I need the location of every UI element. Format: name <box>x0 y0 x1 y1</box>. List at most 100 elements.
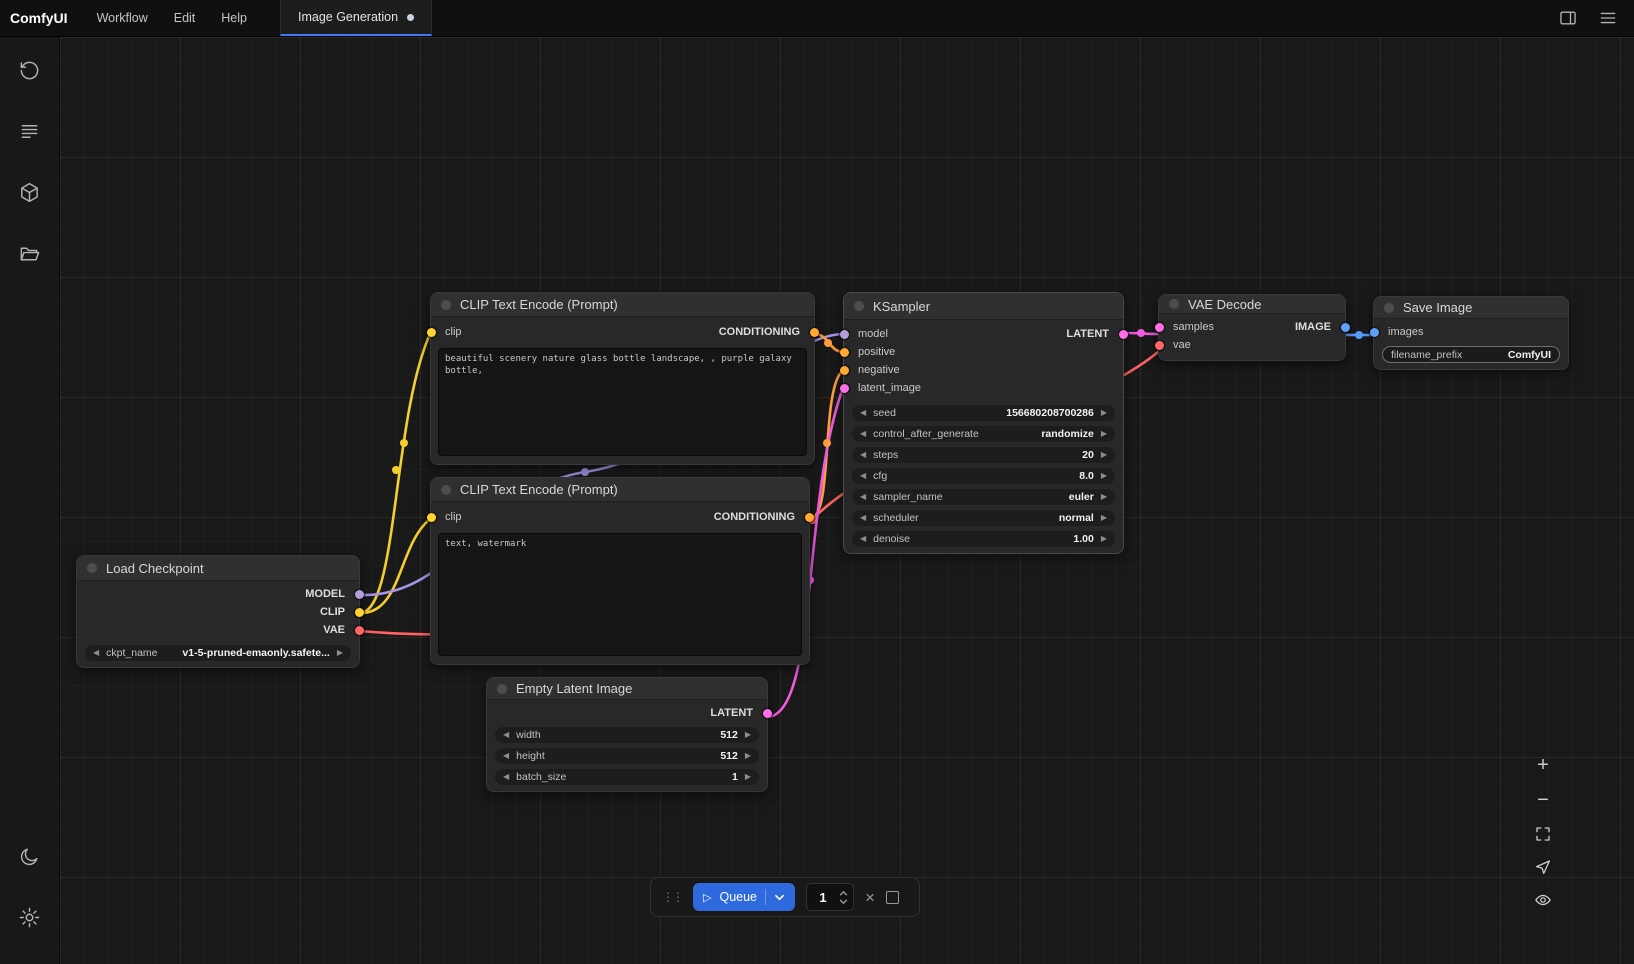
zoom-in-icon[interactable]: + <box>1537 755 1549 775</box>
vae-output-port[interactable] <box>355 626 364 635</box>
node-empty-latent-image[interactable]: Empty Latent Image LATENT ◀ width 512 ▶ … <box>486 677 768 792</box>
width-widget[interactable]: ◀ width 512 ▶ <box>495 727 759 743</box>
node-header[interactable]: Empty Latent Image <box>487 678 767 700</box>
clear-queue-icon[interactable]: × <box>865 889 875 906</box>
batch-count-input[interactable]: 1 <box>806 883 854 911</box>
zoom-out-icon[interactable]: − <box>1537 790 1549 810</box>
decrement-icon[interactable]: ◀ <box>860 451 866 459</box>
node-load-checkpoint[interactable]: Load Checkpoint MODEL CLIP VAE ◀ ckpt_na… <box>76 555 360 668</box>
node-header[interactable]: Save Image <box>1374 297 1568 319</box>
conditioning-output-port[interactable] <box>805 513 814 522</box>
increment-icon[interactable]: ▶ <box>1101 409 1107 417</box>
control-after-generate-widget[interactable]: ◀ control_after_generate randomize ▶ <box>852 426 1115 442</box>
decrement-icon[interactable]: ◀ <box>860 472 866 480</box>
collapse-dot-icon[interactable] <box>87 563 97 573</box>
count-decrement-icon[interactable] <box>839 899 848 905</box>
play-icon: ▷ <box>703 891 711 904</box>
increment-icon[interactable]: ▶ <box>1101 472 1107 480</box>
node-ksampler[interactable]: KSampler model LATENT positive negative … <box>843 292 1124 554</box>
menu-help[interactable]: Help <box>208 0 260 36</box>
toggle-panel-icon[interactable] <box>1558 8 1578 28</box>
increment-icon[interactable]: ▶ <box>1101 514 1107 522</box>
collapse-dot-icon[interactable] <box>854 301 864 311</box>
model-input-port[interactable] <box>840 330 849 339</box>
decrement-icon[interactable]: ◀ <box>860 514 866 522</box>
node-save-image[interactable]: Save Image images filename_prefix ComfyU… <box>1373 296 1569 370</box>
increment-icon[interactable]: ▶ <box>337 649 343 657</box>
node-header[interactable]: VAE Decode <box>1159 295 1345 314</box>
denoise-widget[interactable]: ◀ denoise 1.00 ▶ <box>852 531 1115 547</box>
menu-workflow[interactable]: Workflow <box>84 0 161 36</box>
increment-icon[interactable]: ▶ <box>745 773 751 781</box>
steps-widget[interactable]: ◀ steps 20 ▶ <box>852 447 1115 463</box>
scheduler-widget[interactable]: ◀ scheduler normal ▶ <box>852 510 1115 526</box>
node-vae-decode[interactable]: VAE Decode samples IMAGE vae <box>1158 294 1346 361</box>
negative-input-port[interactable] <box>840 366 849 375</box>
pointer-mode-icon[interactable] <box>1534 858 1552 876</box>
clip-output-port[interactable] <box>355 608 364 617</box>
increment-icon[interactable]: ▶ <box>1101 493 1107 501</box>
model-output-port[interactable] <box>355 590 364 599</box>
increment-icon[interactable]: ▶ <box>745 752 751 760</box>
conditioning-output-port[interactable] <box>810 328 819 337</box>
height-widget[interactable]: ◀ height 512 ▶ <box>495 748 759 764</box>
increment-icon[interactable]: ▶ <box>1101 430 1107 438</box>
filename-prefix-widget[interactable]: filename_prefix ComfyUI <box>1382 346 1560 363</box>
image-output-port[interactable] <box>1341 323 1350 332</box>
hamburger-menu-icon[interactable] <box>1598 8 1618 28</box>
latent-output-port[interactable] <box>1119 330 1128 339</box>
latent-image-input-port[interactable] <box>840 384 849 393</box>
collapse-dot-icon[interactable] <box>441 485 451 495</box>
decrement-icon[interactable]: ◀ <box>503 773 509 781</box>
sampler-name-widget[interactable]: ◀ sampler_name euler ▶ <box>852 489 1115 505</box>
ckpt-name-widget[interactable]: ◀ ckpt_name v1-5-pruned-emaonly.safete..… <box>85 645 351 661</box>
batch-size-widget[interactable]: ◀ batch_size 1 ▶ <box>495 769 759 785</box>
prompt-text-field[interactable]: beautiful scenery nature glass bottle la… <box>438 348 807 456</box>
queue-button[interactable]: ▷ Queue <box>693 883 795 911</box>
node-clip-text-encode-positive[interactable]: CLIP Text Encode (Prompt) clip CONDITION… <box>430 292 815 465</box>
sidebar-queue-history-button[interactable] <box>11 51 49 89</box>
samples-input-port[interactable] <box>1155 323 1164 332</box>
chevron-down-icon[interactable] <box>774 893 785 902</box>
images-input-port[interactable] <box>1370 328 1379 337</box>
node-header[interactable]: CLIP Text Encode (Prompt) <box>431 478 809 502</box>
node-header[interactable]: Load Checkpoint <box>77 556 359 581</box>
sidebar-model-library-button[interactable] <box>11 173 49 211</box>
vae-input-port[interactable] <box>1155 341 1164 350</box>
increment-icon[interactable]: ▶ <box>745 731 751 739</box>
settings-button[interactable] <box>11 898 49 936</box>
clip-input-port[interactable] <box>427 328 436 337</box>
stop-icon[interactable] <box>886 891 899 904</box>
prompt-text-field[interactable]: text, watermark <box>438 533 802 656</box>
fit-view-icon[interactable] <box>1534 825 1552 843</box>
theme-toggle-button[interactable] <box>11 837 49 875</box>
decrement-icon[interactable]: ◀ <box>93 649 99 657</box>
decrement-icon[interactable]: ◀ <box>860 535 866 543</box>
cfg-widget[interactable]: ◀ cfg 8.0 ▶ <box>852 468 1115 484</box>
sidebar-workflows-button[interactable] <box>11 234 49 272</box>
decrement-icon[interactable]: ◀ <box>503 731 509 739</box>
sidebar-node-library-button[interactable] <box>11 112 49 150</box>
eye-icon[interactable] <box>1534 891 1552 909</box>
decrement-icon[interactable]: ◀ <box>860 493 866 501</box>
decrement-icon[interactable]: ◀ <box>860 430 866 438</box>
latent-output-port[interactable] <box>763 709 772 718</box>
collapse-dot-icon[interactable] <box>1169 299 1179 309</box>
clip-input-port[interactable] <box>427 513 436 522</box>
node-header[interactable]: CLIP Text Encode (Prompt) <box>431 293 814 317</box>
count-increment-icon[interactable] <box>839 890 848 896</box>
tab-image-generation[interactable]: Image Generation <box>280 0 432 36</box>
node-clip-text-encode-negative[interactable]: CLIP Text Encode (Prompt) clip CONDITION… <box>430 477 810 665</box>
increment-icon[interactable]: ▶ <box>1101 535 1107 543</box>
decrement-icon[interactable]: ◀ <box>503 752 509 760</box>
collapse-dot-icon[interactable] <box>497 684 507 694</box>
decrement-icon[interactable]: ◀ <box>860 409 866 417</box>
drag-handle-icon[interactable]: ⋮⋮ <box>662 891 682 903</box>
collapse-dot-icon[interactable] <box>1384 303 1394 313</box>
node-header[interactable]: KSampler <box>844 293 1123 320</box>
seed-widget[interactable]: ◀ seed 156680208700286 ▶ <box>852 405 1115 421</box>
menu-edit[interactable]: Edit <box>161 0 209 36</box>
increment-icon[interactable]: ▶ <box>1101 451 1107 459</box>
positive-input-port[interactable] <box>840 348 849 357</box>
collapse-dot-icon[interactable] <box>441 300 451 310</box>
